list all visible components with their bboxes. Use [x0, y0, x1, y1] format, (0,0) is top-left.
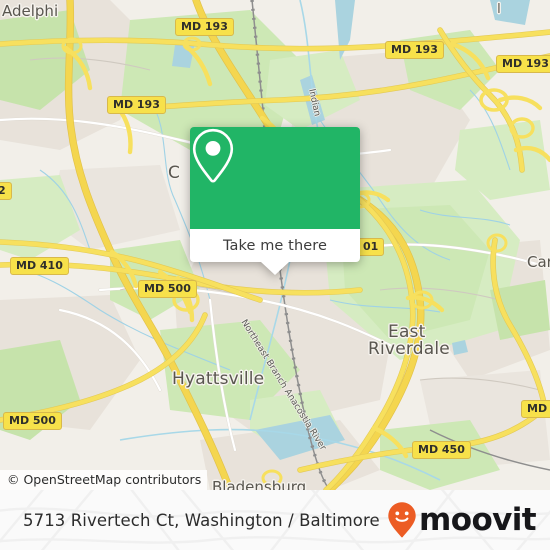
map-popup-card[interactable]: Take me there [190, 127, 360, 275]
highway-shield: MD 4 [521, 400, 550, 418]
take-me-there-label: Take me there [222, 237, 328, 254]
highway-shield: MD 410 [10, 257, 69, 275]
highway-shield: MD 500 [3, 412, 62, 430]
popup-tail [261, 262, 289, 275]
highway-shield: MD 500 [138, 280, 197, 298]
moovit-map-screenshot: .park{fill:#cde8b5;} .park2{fill:#d6ecc2… [0, 0, 550, 550]
map-attribution[interactable]: © OpenStreetMap contributors [0, 470, 208, 490]
highway-shield: MD 193 [107, 96, 166, 114]
footer-bar: 5713 Rivertech Ct, Washington / Baltimor… [0, 490, 550, 550]
address-label: 5713 Rivertech Ct, Washington / Baltimor… [23, 510, 380, 530]
highway-shield: MD 193 [496, 55, 550, 73]
moovit-smiley-pin-icon [388, 502, 416, 538]
highway-shield: MD 450 [412, 441, 471, 459]
moovit-wordmark: moovit [419, 501, 537, 538]
highway-shield: MD 193 [175, 18, 234, 36]
popup-footer[interactable]: Take me there [190, 229, 360, 275]
popup-header [190, 127, 360, 229]
highway-shield: 2 [0, 182, 12, 200]
location-pin-icon [192, 128, 234, 183]
map-canvas[interactable]: .park{fill:#cde8b5;} .park2{fill:#d6ecc2… [0, 0, 550, 490]
highway-shield: 01 [357, 238, 385, 256]
highway-shield: MD 193 [385, 41, 444, 59]
moovit-logo[interactable]: moovit [387, 501, 537, 539]
